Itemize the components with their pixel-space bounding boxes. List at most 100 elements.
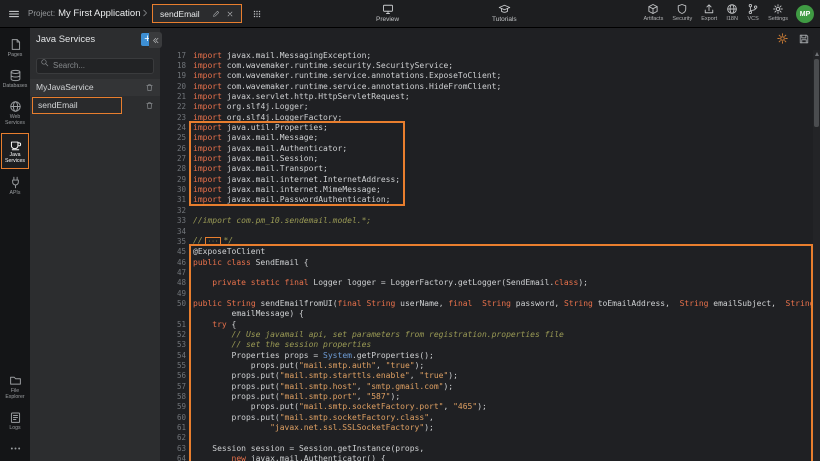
apps-grid-icon[interactable] [252,9,262,19]
sidebar-item-file-explorer[interactable]: File Explorer [1,370,29,404]
line-number: 33 [160,216,193,225]
code-line[interactable]: 22import org.slf4j.Logger; [160,102,812,112]
line-number: 48 [160,278,193,287]
code-line[interactable]: 19import com.wavemaker.runtime.service.a… [160,71,812,81]
code-text: import javax.mail.Session; [193,154,318,163]
search-input[interactable] [36,58,154,74]
code-line[interactable]: 25import javax.mail.Message; [160,133,812,143]
code-line[interactable]: 62 [160,433,812,443]
code-line[interactable]: 34 [160,226,812,236]
edit-icon[interactable] [212,10,220,18]
code-line[interactable]: 54 Properties props = System.getProperti… [160,350,812,360]
code-editor[interactable]: 17import javax.mail.MessagingException;1… [160,50,812,461]
code-text: private static final Logger logger = Log… [193,278,588,287]
code-line[interactable]: 49 [160,288,812,298]
code-line[interactable]: 32 [160,205,812,215]
code-line[interactable]: 60 props.put("mail.smtp.socketFactory.cl… [160,412,812,422]
scrollbar[interactable] [813,50,820,461]
export-button[interactable]: Export [701,3,717,22]
code-line[interactable]: 45@ExposeToClient [160,247,812,257]
web-services-icon [9,100,22,113]
code-line[interactable]: 51 try { [160,319,812,329]
code-line[interactable]: 64 new javax.mail.Authenticator() { [160,453,812,461]
security-label: Security [672,16,692,22]
service-settings-icon[interactable] [776,32,789,45]
line-number: 19 [160,71,193,80]
tutorials-button[interactable]: Tutorials [492,3,517,23]
folded-code-icon[interactable]: ··· [205,237,222,246]
code-line[interactable]: 31import javax.mail.PasswordAuthenticati… [160,195,812,205]
code-line[interactable]: 18import com.wavemaker.runtime.security.… [160,60,812,70]
scroll-up-icon[interactable] [815,52,819,56]
code-line[interactable]: 57 props.put("mail.smtp.host", "smtp.gma… [160,381,812,391]
code-text: import com.wavemaker.runtime.service.ann… [193,71,501,80]
code-line[interactable]: 33//import com.pm_10.sendemail.model.*; [160,216,812,226]
code-line[interactable]: 55 props.put("mail.smtp.auth", "true"); [160,360,812,370]
sidebar-item-web-services[interactable]: Web Services [1,96,29,130]
list-item-myjavaservice[interactable]: MyJavaService [30,79,160,96]
code-text: props.put("mail.smtp.starttls.enable", "… [193,371,458,380]
save-icon[interactable] [798,33,810,45]
code-line[interactable]: 53 // set the session properties [160,340,812,350]
collapse-panel-button[interactable] [149,32,162,48]
line-number: 25 [160,133,193,142]
sidebar-item-logs[interactable]: Logs [1,407,29,435]
project-info[interactable]: Project: My First Application [28,8,141,19]
sidebar-item-apis[interactable]: APIs [1,172,29,200]
code-text: import javax.mail.internet.MimeMessage; [193,185,381,194]
sidebar-item-databases[interactable]: Databases [1,65,29,93]
sidebar-item-pages[interactable]: Pages [1,34,29,62]
artifacts-button[interactable]: Artifacts [643,3,663,22]
code-line[interactable]: 27import javax.mail.Session; [160,153,812,163]
line-number: 45 [160,247,193,256]
i18n-button[interactable]: I18N [726,3,738,22]
more-options-icon[interactable] [0,438,30,461]
menu-icon[interactable] [8,8,20,20]
scrollbar-thumb[interactable] [814,59,819,127]
user-avatar[interactable]: MP [796,5,814,23]
code-line[interactable]: 28import javax.mail.Transport; [160,164,812,174]
vcs-icon [747,3,759,15]
code-line[interactable]: 17import javax.mail.MessagingException; [160,50,812,60]
code-line[interactable]: 20import com.wavemaker.runtime.service.a… [160,81,812,91]
code-text: import org.slf4j.LoggerFactory; [193,113,342,122]
code-text: //···*/ [193,236,233,246]
code-line[interactable]: 26import javax.mail.Authenticator; [160,143,812,153]
line-number: 23 [160,113,193,122]
vcs-button[interactable]: VCS [747,3,759,22]
code-line[interactable]: 52 // Use javamail api, set parameters f… [160,329,812,339]
security-button[interactable]: Security [672,3,692,22]
code-line[interactable]: 35//···*/ [160,236,812,246]
code-line[interactable]: 56 props.put("mail.smtp.starttls.enable"… [160,371,812,381]
code-line[interactable]: 59 props.put("mail.smtp.socketFactory.po… [160,402,812,412]
code-line[interactable]: 61 "javax.net.ssl.SSLSocketFactory"); [160,422,812,432]
chevron-right-icon[interactable] [140,8,150,18]
code-text: Properties props = System.getProperties(… [193,351,434,360]
code-line[interactable]: 47 [160,267,812,277]
delete-icon[interactable] [145,101,154,110]
line-number: 55 [160,361,193,370]
code-line[interactable]: 24import java.util.Properties; [160,122,812,132]
delete-icon[interactable] [145,83,154,92]
i18n-label: I18N [726,16,738,22]
code-text: "javax.net.ssl.SSLSocketFactory"); [193,423,434,432]
export-label: Export [701,16,717,22]
settings-button[interactable]: Settings [768,3,788,22]
preview-button[interactable]: Preview [376,3,399,23]
close-icon[interactable] [226,10,234,18]
code-line[interactable]: 63 Session session = Session.getInstance… [160,443,812,453]
sidebar-item-java-services[interactable]: Java Services [1,133,29,169]
code-line[interactable]: 46public class SendEmail { [160,257,812,267]
list-item-sendemail[interactable]: sendEmail [30,97,160,114]
code-line[interactable]: emailMessage) { [160,309,812,319]
code-line[interactable]: 23import org.slf4j.LoggerFactory; [160,112,812,122]
code-line[interactable]: 48 private static final Logger logger = … [160,278,812,288]
code-line[interactable]: 29import javax.mail.internet.InternetAdd… [160,174,812,184]
code-text: //import com.pm_10.sendemail.model.*; [193,216,371,225]
code-line[interactable]: 21import javax.servlet.http.HttpServletR… [160,91,812,101]
tab-sendemail[interactable]: sendEmail [152,4,242,23]
code-text: import javax.mail.Transport; [193,164,328,173]
code-line[interactable]: 50public String sendEmailfromUI(final St… [160,298,812,308]
code-line[interactable]: 30import javax.mail.internet.MimeMessage… [160,184,812,194]
code-line[interactable]: 58 props.put("mail.smtp.port", "587"); [160,391,812,401]
